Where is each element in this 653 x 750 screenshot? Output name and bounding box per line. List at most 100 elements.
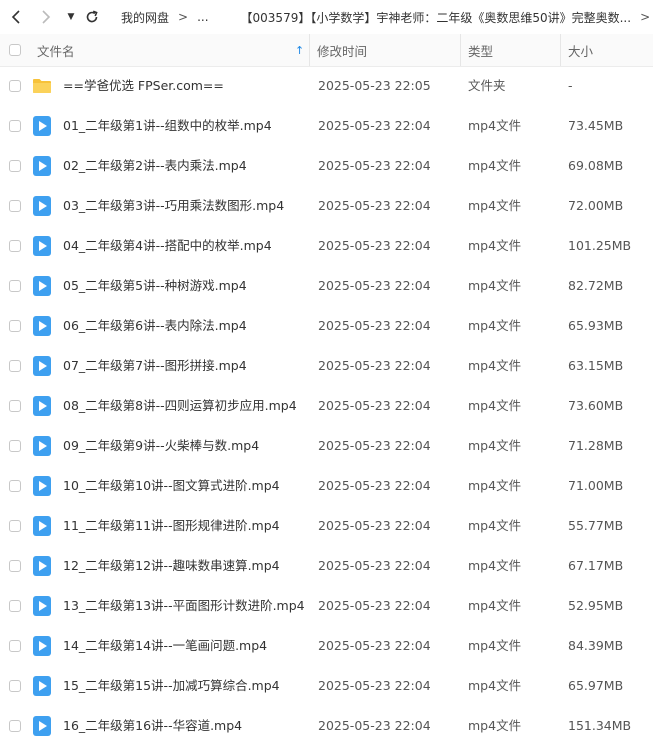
sort-ascending-icon[interactable]: ↑ xyxy=(295,44,304,57)
video-file-icon xyxy=(32,356,52,376)
file-name[interactable]: 03_二年级第3讲--巧用乘法数图形.mp4 xyxy=(63,186,284,226)
file-row[interactable]: 08_二年级第8讲--四则运算初步应用.mp4 2025-05-23 22:04 m… xyxy=(0,386,653,426)
breadcrumb-home[interactable]: 我的网盘 xyxy=(121,9,169,26)
file-name[interactable]: 05_二年级第5讲--种树游戏.mp4 xyxy=(63,266,247,306)
file-row[interactable]: 03_二年级第3讲--巧用乘法数图形.mp4 2025-05-23 22:04 mp… xyxy=(0,186,653,226)
file-name[interactable]: 02_二年级第2讲--表内乘法.mp4 xyxy=(63,146,247,186)
file-name[interactable]: 07_二年级第7讲--图形拼接.mp4 xyxy=(63,346,247,386)
file-row[interactable]: 09_二年级第9讲--火柴棒与数.mp4 2025-05-23 22:04 mp4文… xyxy=(0,426,653,466)
row-checkbox[interactable] xyxy=(9,640,21,652)
file-name[interactable]: 16_二年级第16讲--华容道.mp4 xyxy=(63,706,242,746)
video-file-icon xyxy=(32,556,52,576)
video-file-icon xyxy=(32,676,52,696)
file-row[interactable]: 16_二年级第16讲--华容道.mp4 2025-05-23 22:04 mp4文件… xyxy=(0,706,653,746)
column-header-modified-label: 修改时间 xyxy=(317,43,368,59)
file-type: mp4文件 xyxy=(468,158,522,173)
file-row[interactable]: 10_二年级第10讲--图文算式进阶.mp4 2025-05-23 22:04 mp… xyxy=(0,466,653,506)
row-checkbox[interactable] xyxy=(9,600,21,612)
row-checkbox[interactable] xyxy=(9,440,21,452)
breadcrumb-ellipsis[interactable]: ... xyxy=(197,10,208,24)
breadcrumb-current[interactable]: 【003579】【小学数学】宇神老师：二年级《奥数思维50讲》完整奥数... xyxy=(241,9,632,26)
file-modified: 2025-05-23 22:04 xyxy=(318,198,431,213)
file-name[interactable]: 01_二年级第1讲--组数中的枚举.mp4 xyxy=(63,106,272,146)
file-row[interactable]: 05_二年级第5讲--种树游戏.mp4 2025-05-23 22:04 mp4文件… xyxy=(0,266,653,306)
row-checkbox[interactable] xyxy=(9,160,21,172)
row-checkbox[interactable] xyxy=(9,720,21,732)
file-name[interactable]: 09_二年级第9讲--火柴棒与数.mp4 xyxy=(63,426,259,466)
breadcrumb: 我的网盘 > ... 【003579】【小学数学】宇神老师：二年级《奥数思维50… xyxy=(121,9,653,26)
file-name[interactable]: 13_二年级第13讲--平面图形计数进阶.mp4 xyxy=(63,586,305,626)
file-modified: 2025-05-23 22:05 xyxy=(318,78,431,93)
file-type: mp4文件 xyxy=(468,118,522,133)
row-checkbox[interactable] xyxy=(9,320,21,332)
file-name[interactable]: ==学爸优选 FPSer.com== xyxy=(63,66,224,106)
column-header-type[interactable]: 类型 xyxy=(460,34,558,66)
breadcrumb-separator: > xyxy=(178,10,189,24)
file-name[interactable]: 08_二年级第8讲--四则运算初步应用.mp4 xyxy=(63,386,297,426)
file-name[interactable]: 11_二年级第11讲--图形规律进阶.mp4 xyxy=(63,506,280,546)
file-size: 73.60MB xyxy=(568,398,624,413)
file-name[interactable]: 15_二年级第15讲--加减巧算综合.mp4 xyxy=(63,666,280,706)
file-type: mp4文件 xyxy=(468,638,522,653)
video-file-icon xyxy=(32,116,52,136)
back-button[interactable] xyxy=(5,0,27,34)
file-row[interactable]: 02_二年级第2讲--表内乘法.mp4 2025-05-23 22:04 mp4文件… xyxy=(0,146,653,186)
file-size: 151.34MB xyxy=(568,718,632,733)
file-type: mp4文件 xyxy=(468,398,522,413)
file-name[interactable]: 04_二年级第4讲--搭配中的枚举.mp4 xyxy=(63,226,272,266)
file-name[interactable]: 14_二年级第14讲--一笔画问题.mp4 xyxy=(63,626,267,666)
file-size: - xyxy=(568,78,573,93)
history-dropdown-button[interactable]: ▼ xyxy=(63,0,79,34)
row-checkbox[interactable] xyxy=(9,360,21,372)
row-checkbox[interactable] xyxy=(9,80,21,92)
row-checkbox[interactable] xyxy=(9,560,21,572)
column-header-size[interactable]: 大小 xyxy=(560,34,653,66)
file-row[interactable]: ==学爸优选 FPSer.com== 2025-05-23 22:05 文件夹 - xyxy=(0,66,653,106)
select-all-checkbox[interactable] xyxy=(9,44,21,56)
row-checkbox[interactable] xyxy=(9,400,21,412)
video-file-icon xyxy=(32,596,52,616)
file-name[interactable]: 06_二年级第6讲--表内除法.mp4 xyxy=(63,306,247,346)
file-row[interactable]: 12_二年级第12讲--趣味数串速算.mp4 2025-05-23 22:04 mp… xyxy=(0,546,653,586)
file-row[interactable]: 15_二年级第15讲--加减巧算综合.mp4 2025-05-23 22:04 mp… xyxy=(0,666,653,706)
row-checkbox[interactable] xyxy=(9,680,21,692)
video-file-icon xyxy=(32,436,52,456)
file-size: 73.45MB xyxy=(568,118,624,133)
file-name[interactable]: 12_二年级第12讲--趣味数串速算.mp4 xyxy=(63,546,280,586)
file-row[interactable]: 07_二年级第7讲--图形拼接.mp4 2025-05-23 22:04 mp4文件… xyxy=(0,346,653,386)
video-file-icon xyxy=(32,716,52,736)
column-header-name[interactable]: 文件名 xyxy=(37,34,75,66)
file-row[interactable]: 13_二年级第13讲--平面图形计数进阶.mp4 2025-05-23 22:04… xyxy=(0,586,653,626)
file-type: mp4文件 xyxy=(468,478,522,493)
file-type: 文件夹 xyxy=(468,78,506,93)
file-modified: 2025-05-23 22:04 xyxy=(318,478,431,493)
file-size: 55.77MB xyxy=(568,518,624,533)
row-checkbox[interactable] xyxy=(9,280,21,292)
row-checkbox[interactable] xyxy=(9,480,21,492)
file-modified: 2025-05-23 22:04 xyxy=(318,598,431,613)
file-size: 69.08MB xyxy=(568,158,624,173)
file-modified: 2025-05-23 22:04 xyxy=(318,398,431,413)
refresh-button[interactable] xyxy=(81,0,103,34)
file-type: mp4文件 xyxy=(468,318,522,333)
file-modified: 2025-05-23 22:04 xyxy=(318,518,431,533)
refresh-icon xyxy=(86,10,98,23)
column-header-modified[interactable]: 修改时间 xyxy=(309,34,457,66)
row-checkbox[interactable] xyxy=(9,200,21,212)
file-size: 67.17MB xyxy=(568,558,624,573)
file-row[interactable]: 06_二年级第6讲--表内除法.mp4 2025-05-23 22:04 mp4文件… xyxy=(0,306,653,346)
file-row[interactable]: 01_二年级第1讲--组数中的枚举.mp4 2025-05-23 22:04 mp4… xyxy=(0,106,653,146)
row-checkbox[interactable] xyxy=(9,240,21,252)
forward-button[interactable] xyxy=(35,0,57,34)
file-row[interactable]: 11_二年级第11讲--图形规律进阶.mp4 2025-05-23 22:04 mp… xyxy=(0,506,653,546)
file-row[interactable]: 14_二年级第14讲--一笔画问题.mp4 2025-05-23 22:04 mp4… xyxy=(0,626,653,666)
video-file-icon xyxy=(32,476,52,496)
file-type: mp4文件 xyxy=(468,198,522,213)
file-row[interactable]: 04_二年级第4讲--搭配中的枚举.mp4 2025-05-23 22:04 mp4… xyxy=(0,226,653,266)
row-checkbox[interactable] xyxy=(9,520,21,532)
toolbar: ▼ 我的网盘 > ... 【003579】【小学数学】宇神老师：二年级《奥数思维… xyxy=(0,0,653,34)
file-modified: 2025-05-23 22:04 xyxy=(318,118,431,133)
row-checkbox[interactable] xyxy=(9,120,21,132)
file-size: 101.25MB xyxy=(568,238,632,253)
file-name[interactable]: 10_二年级第10讲--图文算式进阶.mp4 xyxy=(63,466,280,506)
